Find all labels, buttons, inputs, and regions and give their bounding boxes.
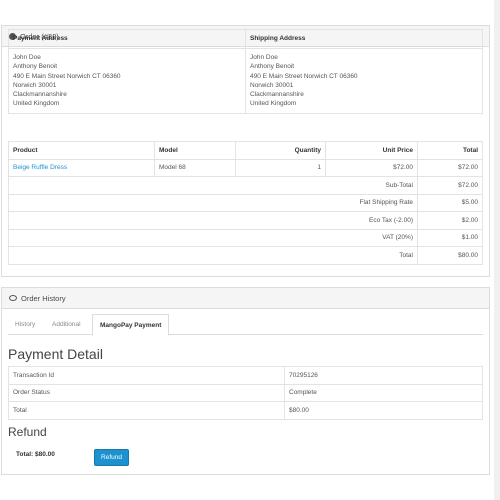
address-line: John Doe [13, 54, 41, 61]
table-row: Transaction Id 70295126 [8, 366, 483, 385]
model-col-header: Model [154, 141, 236, 160]
shipping-address-header: Shipping Address [245, 29, 483, 49]
detail-label: Transaction Id [8, 366, 285, 385]
address-line: Clackmannanshire [13, 91, 67, 99]
refund-button[interactable]: Refund [94, 449, 129, 466]
address-line: United Kingdom [250, 100, 297, 108]
totals-label: Sub-Total [8, 176, 418, 195]
address-line: 490 E Main Street Norwich CT 06360 [250, 72, 358, 80]
detail-value: 70295126 [284, 366, 483, 385]
totals-label: Eco Tax (-2.00) [8, 211, 418, 230]
table-row: Beige Ruffle Dress Model 68 1 $72.00 $72… [8, 158, 483, 177]
payment-address: John Doe Anthony Benoit 490 E Main Stree… [8, 48, 246, 114]
totals-row: Eco Tax (-2.00) $2.00 [8, 211, 483, 230]
product-link[interactable]: Beige Ruffle Dress [13, 164, 67, 171]
totals-value: $5.00 [417, 193, 483, 212]
totals-label: VAT (20%) [8, 228, 418, 247]
totals-value: $72.00 [417, 176, 483, 195]
totals-value: $1.00 [417, 228, 483, 247]
tab-additional[interactable]: Additional [45, 314, 88, 335]
unit-price-col-header: Unit Price [325, 141, 418, 160]
totals-value: $80.00 [417, 246, 483, 265]
history-title: Order History [21, 293, 66, 303]
address-line: United Kingdom [13, 100, 60, 108]
payment-detail-title: Payment Detail [8, 346, 103, 362]
refund-total: Total: $80.00 [16, 451, 55, 458]
address-line: Clackmannanshire [250, 91, 304, 99]
address-table: Payment Address Shipping Address John Do… [8, 29, 483, 114]
detail-value: Complete [284, 383, 483, 402]
tab-mangopay-payment[interactable]: MangoPay Payment [92, 314, 170, 336]
history-panel-heading: Order History [2, 288, 489, 309]
detail-label: Total [8, 401, 285, 420]
totals-row: Sub-Total $72.00 [8, 176, 483, 195]
product-total: $72.00 [417, 158, 483, 177]
detail-label: Order Status [8, 383, 285, 402]
refund-title: Refund [8, 425, 47, 439]
totals-value: $2.00 [417, 211, 483, 230]
totals-label: Flat Shipping Rate [8, 193, 418, 212]
product-model: Model 68 [154, 158, 236, 177]
product-table: Product Model Quantity Unit Price Total … [8, 141, 483, 265]
quantity-col-header: Quantity [235, 141, 326, 160]
payment-address-header: Payment Address [8, 29, 246, 49]
shipping-address: John Doe Anthony Benoit 490 E Main Stree… [245, 48, 483, 114]
table-row: Total $80.00 [8, 401, 483, 420]
address-line: Anthony Benoit [13, 63, 58, 71]
address-line: 490 E Main Street Norwich CT 06360 [13, 72, 121, 80]
product-name-cell: Beige Ruffle Dress [8, 158, 155, 177]
product-unit-price: $72.00 [325, 158, 418, 177]
totals-label: Total [8, 246, 418, 265]
address-line: Anthony Benoit [250, 63, 295, 71]
totals-row: VAT (20%) $1.00 [8, 228, 483, 247]
right-edge [494, 0, 500, 500]
product-header-row: Product Model Quantity Unit Price Total [8, 141, 483, 160]
history-tabs: History Additional MangoPay Payment [8, 314, 483, 336]
address-line: John Doe [250, 54, 278, 61]
table-row: Order Status Complete [8, 383, 483, 402]
tab-history[interactable]: History [8, 314, 42, 335]
totals-row: Total $80.00 [8, 246, 483, 265]
totals-row: Flat Shipping Rate $5.00 [8, 193, 483, 212]
total-col-header: Total [417, 141, 483, 160]
address-line: Norwich 30001 [13, 81, 57, 89]
product-col-header: Product [8, 141, 155, 160]
comment-icon [9, 295, 17, 301]
product-quantity: 1 [235, 158, 326, 177]
detail-value: $80.00 [284, 401, 483, 420]
payment-detail-table: Transaction Id 70295126 Order Status Com… [8, 366, 483, 420]
address-line: Norwich 30001 [250, 81, 294, 89]
